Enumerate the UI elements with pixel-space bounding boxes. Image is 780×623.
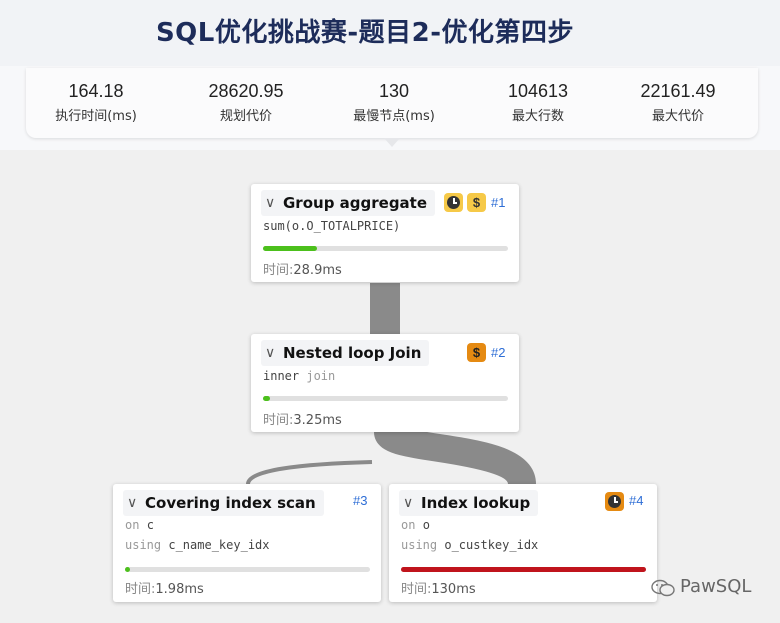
- node-header[interactable]: ∨ Covering index scan: [123, 490, 324, 516]
- node-detail-using: using c_name_key_idx: [125, 538, 270, 552]
- node-detail-on: on o: [401, 518, 430, 532]
- time-label: 时间:: [263, 263, 294, 278]
- node-header[interactable]: ∨ Group aggregate: [261, 190, 436, 216]
- node-detail-on: on c: [125, 518, 154, 532]
- node-detail-using: using o_custkey_idx: [401, 538, 538, 552]
- node-id: #2: [491, 345, 506, 360]
- node-header[interactable]: ∨ Index lookup: [399, 490, 539, 516]
- time-value: 28.9ms: [293, 263, 342, 278]
- node-time: 时间:3.25ms: [263, 409, 342, 428]
- detail-value: c_name_key_idx: [168, 538, 270, 552]
- link-n2-n3: [246, 460, 373, 485]
- detail-value: join: [306, 369, 336, 383]
- node-time: 时间:28.9ms: [263, 259, 342, 278]
- node-name: Nested loop Join: [283, 344, 422, 362]
- time-label: 时间:: [401, 582, 432, 597]
- node-name: Group aggregate: [283, 194, 428, 212]
- node-id: #3: [353, 493, 368, 508]
- time-label: 时间:: [263, 413, 294, 428]
- wechat-icon: [651, 579, 675, 597]
- time-value: 130ms: [431, 582, 476, 597]
- plan-node-covering-index-scan[interactable]: ∨ Covering index scan #3 on c using c_na…: [113, 484, 381, 602]
- time-label: 时间:: [125, 582, 156, 597]
- time-progress-fill: [401, 567, 646, 572]
- detail-value: o: [422, 518, 430, 532]
- node-name: Covering index scan: [145, 494, 316, 512]
- dollar-icon: $: [467, 343, 486, 362]
- detail-keyword: on: [401, 518, 416, 532]
- node-id: #4: [629, 493, 644, 508]
- time-progress-bar: [263, 246, 508, 251]
- time-progress-fill: [263, 246, 317, 251]
- clock-icon: [605, 492, 624, 511]
- clock-icon: [444, 193, 463, 212]
- time-progress-bar: [401, 567, 646, 572]
- node-name: Index lookup: [421, 494, 531, 512]
- chevron-down-icon[interactable]: ∨: [265, 190, 275, 216]
- node-detail: inner join: [263, 369, 335, 383]
- chevron-down-icon[interactable]: ∨: [127, 490, 137, 516]
- detail-keyword: on: [125, 518, 140, 532]
- plan-node-index-lookup[interactable]: ∨ Index lookup #4 on o using o_custkey_i…: [389, 484, 657, 602]
- chevron-down-icon[interactable]: ∨: [265, 340, 275, 366]
- node-time: 时间:130ms: [401, 578, 476, 597]
- time-progress-fill: [263, 396, 271, 401]
- plan-node-nested-loop-join[interactable]: ∨ Nested loop Join $ #2 inner join 时间:3.…: [251, 334, 519, 432]
- detail-keyword: using: [401, 538, 438, 552]
- node-detail: sum(o.O_TOTALPRICE): [263, 219, 401, 233]
- link-n2-n4: [374, 423, 536, 488]
- watermark-text: PawSQL: [680, 576, 752, 597]
- detail-keyword: inner: [263, 369, 300, 383]
- node-header[interactable]: ∨ Nested loop Join: [261, 340, 430, 366]
- detail-value: o_custkey_idx: [444, 538, 539, 552]
- detail-keyword: using: [125, 538, 162, 552]
- detail-value: c: [146, 518, 154, 532]
- chevron-down-icon[interactable]: ∨: [403, 490, 413, 516]
- time-value: 3.25ms: [293, 413, 342, 428]
- time-progress-fill: [125, 567, 130, 572]
- node-time: 时间:1.98ms: [125, 578, 204, 597]
- plan-node-group-aggregate[interactable]: ∨ Group aggregate $ #1 sum(o.O_TOTALPRIC…: [251, 184, 519, 282]
- node-id: #1: [491, 195, 506, 210]
- dollar-icon: $: [467, 193, 486, 212]
- time-value: 1.98ms: [155, 582, 204, 597]
- time-progress-bar: [263, 396, 508, 401]
- time-progress-bar: [125, 567, 370, 572]
